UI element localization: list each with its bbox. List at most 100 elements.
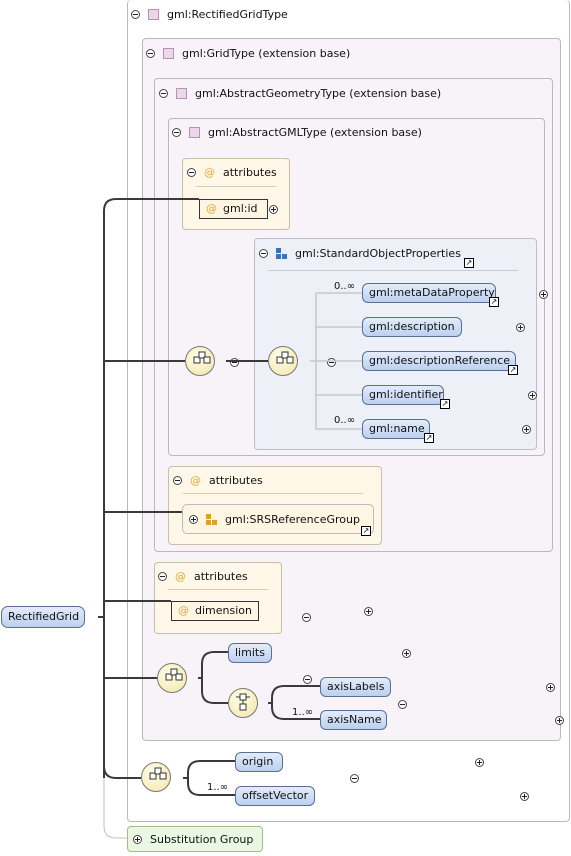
expand-icon[interactable]: [554, 716, 564, 725]
group-squares-icon: [276, 248, 287, 259]
element-name[interactable]: gml:name: [362, 419, 430, 439]
at-sign-icon: @: [190, 474, 201, 487]
element-offset-vector[interactable]: offsetVector: [235, 786, 315, 806]
sequence-icon[interactable]: [268, 346, 298, 376]
attributes-dimension-header[interactable]: @ attributes: [158, 570, 248, 583]
at-sign-icon: @: [206, 202, 217, 215]
expand-icon[interactable]: [364, 607, 373, 616]
element-label: axisLabels: [327, 680, 385, 693]
collapse-icon[interactable]: [173, 476, 182, 485]
abstract-gml-type-title: gml:AbstractGMLType (extension base): [208, 126, 422, 139]
sequence-icon[interactable]: [157, 663, 187, 693]
expand-icon[interactable]: [189, 514, 198, 524]
abstract-geometry-type-title: gml:AbstractGeometryType (extension base…: [195, 87, 442, 100]
collapse-icon[interactable]: [229, 358, 239, 367]
standard-object-properties-header[interactable]: gml:StandardObjectProperties: [259, 247, 461, 260]
expand-icon[interactable]: [474, 758, 484, 767]
rectified-grid-type-title: gml:RectifiedGridType: [167, 8, 288, 21]
choice-icon[interactable]: [228, 688, 258, 718]
root-element-rectified-grid[interactable]: RectifiedGrid: [1, 606, 85, 628]
at-sign-icon: @: [175, 570, 186, 583]
reference-arrow-icon[interactable]: ↗: [440, 399, 450, 409]
reference-arrow-icon[interactable]: ↗: [361, 526, 371, 536]
reference-arrow-icon[interactable]: ↗: [464, 258, 474, 268]
collapse-icon[interactable]: [172, 128, 181, 137]
attribute-gml-id[interactable]: @ gml:id: [199, 199, 268, 219]
expand-icon[interactable]: [528, 391, 537, 400]
sequence-icon[interactable]: [185, 346, 215, 376]
collapse-icon[interactable]: [327, 358, 336, 367]
element-label: offsetVector: [242, 789, 309, 802]
divider: [268, 270, 518, 271]
collapse-icon[interactable]: [131, 10, 140, 19]
element-label: origin: [242, 755, 274, 768]
attributes-title: attributes: [194, 570, 248, 583]
attribute-group-label: gml:SRSReferenceGroup: [225, 512, 360, 526]
attributes-title: attributes: [223, 166, 277, 179]
expand-icon[interactable]: [269, 205, 278, 214]
occurrence-label: 1..∞: [207, 782, 229, 793]
reference-arrow-icon[interactable]: ↗: [489, 297, 499, 307]
occurrence-label: 0..∞: [334, 415, 356, 426]
divider: [183, 493, 363, 494]
abstract-gml-type-header[interactable]: gml:AbstractGMLType (extension base): [172, 126, 422, 139]
attribute-group-srs-reference[interactable]: gml:SRSReferenceGroup: [182, 504, 374, 534]
reference-arrow-icon[interactable]: ↗: [424, 433, 434, 443]
element-description-reference[interactable]: gml:descriptionReference: [362, 351, 516, 371]
element-label: gml:metaDataProperty: [369, 286, 495, 299]
rectified-grid-type-header[interactable]: gml:RectifiedGridType: [131, 8, 288, 21]
collapse-icon[interactable]: [302, 675, 312, 684]
element-axis-name[interactable]: axisName: [320, 710, 387, 730]
expand-icon[interactable]: [402, 649, 411, 658]
type-square-icon: [148, 9, 159, 20]
collapse-icon[interactable]: [158, 572, 167, 581]
occurrence-label: 0..∞: [334, 281, 356, 292]
element-origin[interactable]: origin: [235, 752, 283, 772]
element-label: gml:descriptionReference: [369, 354, 511, 367]
attributes-gml-id-header[interactable]: @ attributes: [187, 166, 277, 179]
collapse-icon[interactable]: [397, 700, 407, 709]
grid-type-header[interactable]: gml:GridType (extension base): [146, 47, 350, 60]
type-square-icon: [176, 88, 187, 99]
at-sign-icon: @: [178, 604, 189, 617]
element-label: gml:name: [369, 422, 425, 435]
occurrence-label: 1..∞: [292, 707, 314, 718]
element-label: axisName: [327, 713, 382, 726]
collapse-icon[interactable]: [301, 613, 311, 622]
expand-icon[interactable]: [133, 834, 142, 844]
collapse-icon[interactable]: [187, 168, 196, 177]
grid-type-title: gml:GridType (extension base): [182, 47, 351, 60]
expand-icon[interactable]: [520, 792, 529, 801]
element-label: gml:description: [369, 320, 455, 333]
collapse-icon[interactable]: [159, 89, 168, 98]
expand-icon[interactable]: [538, 290, 548, 299]
collapse-icon[interactable]: [259, 249, 268, 258]
expand-icon[interactable]: [546, 683, 555, 692]
sequence-icon[interactable]: [141, 762, 171, 792]
element-limits[interactable]: limits: [228, 643, 272, 663]
collapse-icon[interactable]: [146, 49, 155, 58]
element-meta-data-property[interactable]: gml:metaDataProperty: [362, 283, 496, 303]
at-sign-icon: @: [204, 166, 215, 179]
element-description[interactable]: gml:description: [362, 317, 462, 337]
substitution-group-label: Substitution Group: [150, 832, 254, 846]
root-label: RectifiedGrid: [8, 610, 80, 623]
abstract-geometry-type-header[interactable]: gml:AbstractGeometryType (extension base…: [159, 87, 441, 100]
attribute-group-squares-icon: [206, 513, 217, 525]
expand-icon[interactable]: [516, 323, 525, 332]
collapse-icon[interactable]: [350, 774, 359, 783]
substitution-group-box[interactable]: Substitution Group: [127, 826, 263, 852]
type-square-icon: [163, 48, 174, 59]
element-identifier[interactable]: gml:identifier: [362, 385, 444, 405]
reference-arrow-icon[interactable]: ↗: [508, 365, 518, 375]
attribute-dimension[interactable]: @ dimension: [171, 601, 259, 621]
attributes-srs-header[interactable]: @ attributes: [173, 474, 263, 487]
attribute-dimension-label: dimension: [195, 604, 252, 617]
element-label: gml:identifier: [369, 388, 443, 401]
element-axis-labels[interactable]: axisLabels: [320, 677, 391, 697]
attribute-gml-id-label: gml:id: [223, 202, 258, 215]
expand-icon[interactable]: [521, 425, 531, 434]
attributes-title: attributes: [209, 474, 263, 487]
type-square-icon: [189, 127, 200, 138]
standard-object-properties-title: gml:StandardObjectProperties: [295, 247, 461, 260]
